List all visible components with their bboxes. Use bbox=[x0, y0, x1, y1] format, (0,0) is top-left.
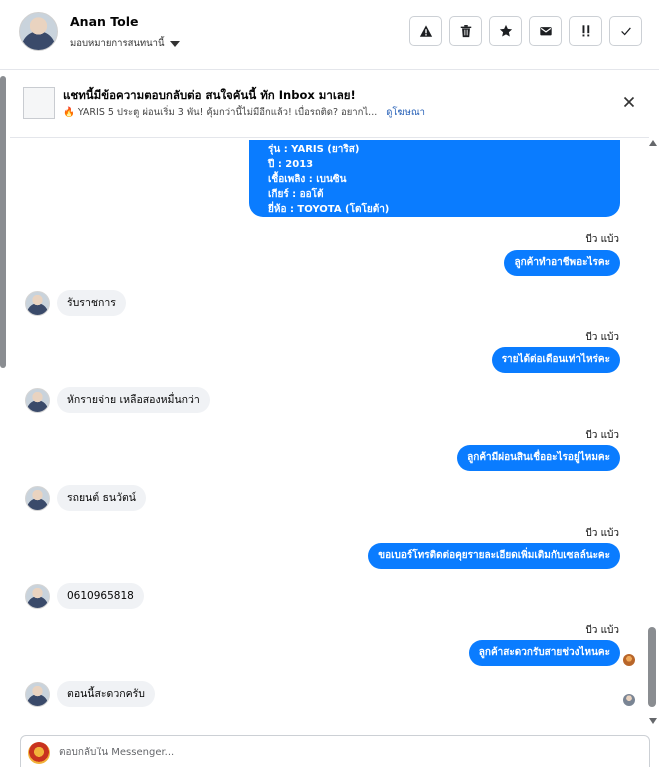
left-scroll-indicator[interactable] bbox=[0, 76, 6, 368]
card-line: รุ่น : YARIS (ยาริส) bbox=[268, 144, 360, 155]
scroll-down-arrow-icon[interactable] bbox=[649, 718, 657, 724]
mark-done-button[interactable] bbox=[609, 16, 642, 46]
view-ad-link[interactable]: ดูโฆษณา bbox=[386, 105, 425, 120]
seen-receipt-avatar bbox=[623, 654, 635, 666]
contact-avatar[interactable] bbox=[19, 12, 58, 51]
vehicle-details-message: รุ่น : YARIS (ยาริส) ปี : 2013 เชื้อเพลิ… bbox=[249, 140, 620, 217]
contact-avatar[interactable] bbox=[25, 682, 50, 707]
outgoing-message[interactable]: ขอเบอร์โทรติดต่อคุยรายละเอียดเพิ่มเติมกั… bbox=[368, 543, 620, 569]
seen-receipt-avatar bbox=[623, 694, 635, 706]
incoming-message[interactable]: รับราชการ bbox=[57, 290, 126, 316]
follow-up-button[interactable] bbox=[569, 16, 602, 46]
sender-name: บีว แบ้ว bbox=[585, 234, 619, 245]
outgoing-message[interactable]: ลูกค้ามีผ่อนสินเชื่ออะไรอยู่ไหมคะ bbox=[457, 445, 620, 471]
incoming-message[interactable]: หักรายจ่าย เหลือสองหมื่นกว่า bbox=[57, 387, 210, 413]
warning-icon bbox=[419, 25, 432, 37]
conversation-header: Anan Tole มอบหมายการสนทนานี้ bbox=[0, 0, 659, 70]
incoming-message[interactable]: 0610965818 bbox=[57, 583, 144, 609]
contact-avatar[interactable] bbox=[25, 584, 50, 609]
ad-thumbnail[interactable] bbox=[23, 87, 55, 119]
assign-conversation-dropdown[interactable]: มอบหมายการสนทนานี้ bbox=[70, 36, 180, 51]
check-icon bbox=[620, 27, 631, 36]
card-line: ยี่ห้อ : TOYOTA (โตโยต้า) bbox=[268, 204, 390, 215]
reply-composer bbox=[20, 735, 650, 767]
banner-subtitle: 🔥 YARIS 5 ประตู ผ่อนเริ่ม 3 พัน! คุ้มกว่… bbox=[63, 107, 378, 118]
star-button[interactable] bbox=[489, 16, 522, 46]
mark-unread-button[interactable] bbox=[529, 16, 562, 46]
page-avatar bbox=[28, 742, 50, 764]
contact-avatar[interactable] bbox=[25, 291, 50, 316]
contact-name[interactable]: Anan Tole bbox=[70, 14, 138, 29]
message-thread[interactable]: รุ่น : YARIS (ยาริส) ปี : 2013 เชื้อเพลิ… bbox=[10, 140, 644, 732]
delete-button[interactable] bbox=[449, 16, 482, 46]
sender-name: บีว แบ้ว bbox=[585, 332, 619, 343]
priority-icon bbox=[582, 25, 589, 37]
incoming-message[interactable]: รถยนต์ ธนวัตน์ bbox=[57, 485, 146, 511]
contact-avatar[interactable] bbox=[25, 388, 50, 413]
card-line: เชื้อเพลิง : เบนซิน bbox=[268, 174, 347, 185]
contact-avatar[interactable] bbox=[25, 486, 50, 511]
report-button[interactable] bbox=[409, 16, 442, 46]
ad-reply-banner: แชทนี้มีข้อความตอบกลับต่อ สนใจคันนี้ ทัก… bbox=[10, 76, 649, 138]
outgoing-message[interactable]: รายได้ต่อเดือนเท่าไหร่คะ bbox=[491, 347, 620, 373]
thread-scrollbar[interactable] bbox=[646, 140, 659, 724]
close-icon[interactable] bbox=[621, 94, 637, 110]
card-line: ปี : 2013 bbox=[268, 159, 314, 170]
caret-down-icon bbox=[169, 40, 180, 47]
sender-name: บีว แบ้ว bbox=[585, 430, 619, 441]
star-icon bbox=[499, 24, 512, 37]
sender-name: บีว แบ้ว bbox=[585, 528, 619, 539]
scroll-thumb[interactable] bbox=[648, 627, 656, 707]
trash-icon bbox=[460, 25, 471, 38]
conversation-toolbar bbox=[409, 16, 642, 46]
banner-subtitle-row: 🔥 YARIS 5 ประตู ผ่อนเริ่ม 3 พัน! คุ้มกว่… bbox=[63, 105, 425, 120]
incoming-message[interactable]: ตอนนี้สะดวกครับ bbox=[57, 681, 155, 707]
banner-title: แชทนี้มีข้อความตอบกลับต่อ สนใจคันนี้ ทัก… bbox=[63, 88, 356, 102]
envelope-icon bbox=[539, 27, 552, 36]
sender-name: บีว แบ้ว bbox=[585, 625, 619, 636]
outgoing-message[interactable]: ลูกค้าทำอาชีพอะไรคะ bbox=[504, 250, 620, 276]
outgoing-message[interactable]: ลูกค้าสะดวกรับสายช่วงไหนคะ bbox=[468, 640, 620, 666]
scroll-up-arrow-icon[interactable] bbox=[649, 140, 657, 146]
reply-input[interactable] bbox=[59, 747, 619, 758]
assign-label: มอบหมายการสนทนานี้ bbox=[70, 38, 165, 49]
card-line: เกียร์ : ออโต้ bbox=[268, 189, 324, 200]
